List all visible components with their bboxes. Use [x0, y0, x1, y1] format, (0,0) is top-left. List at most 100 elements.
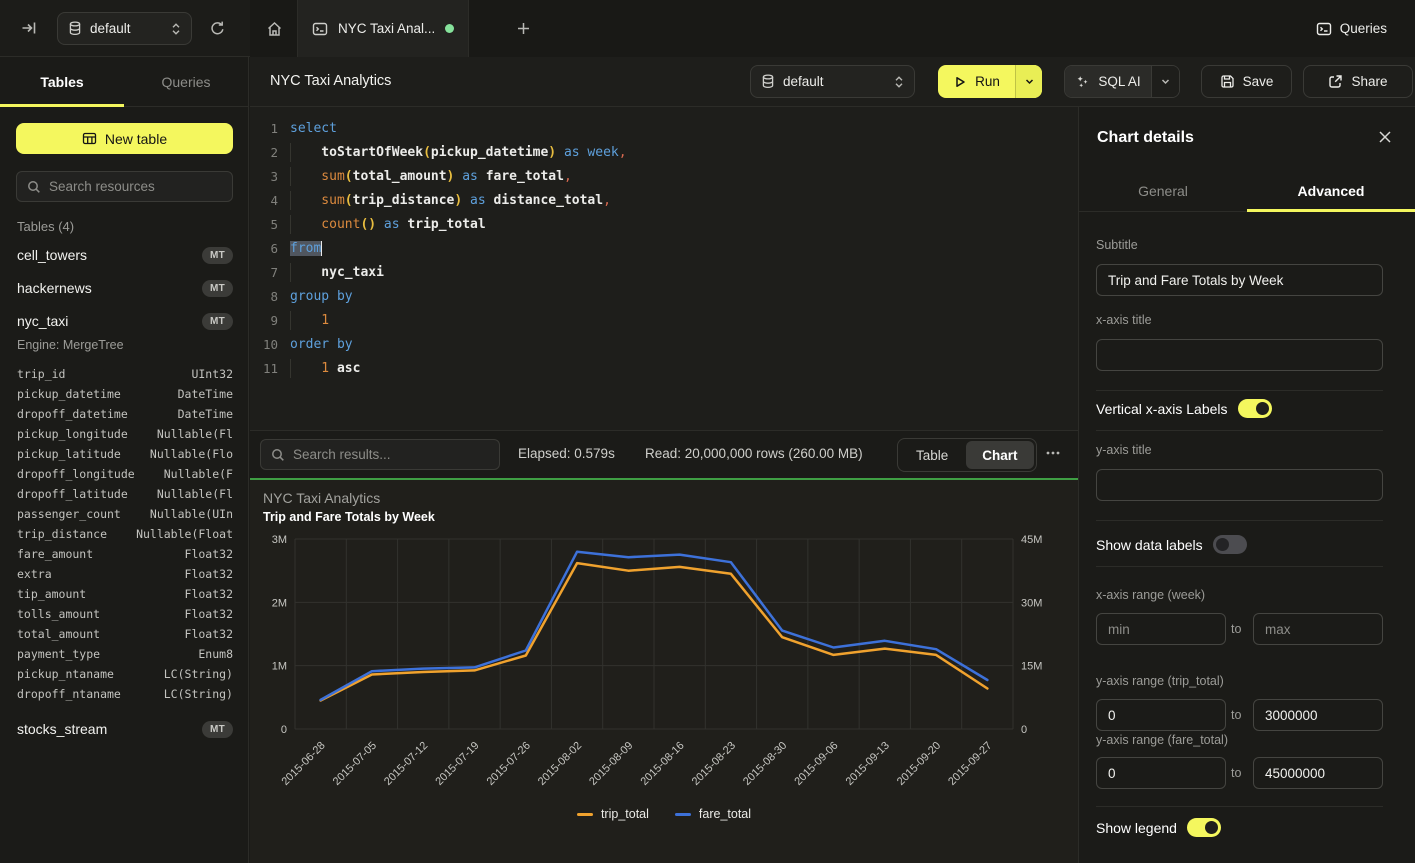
svg-text:30M: 30M — [1021, 597, 1042, 609]
column-type: Nullable(Float — [136, 527, 233, 541]
sidebar-tab-tables[interactable]: Tables — [0, 57, 124, 106]
save-button[interactable]: Save — [1201, 65, 1292, 98]
subtitle-input[interactable] — [1096, 264, 1383, 296]
tab-strip: NYC Taxi Anal... — [250, 0, 1415, 57]
read-stat: Read: 20,000,000 rows (260.00 MB) — [645, 446, 863, 461]
editor-line[interactable]: 10 order by — [250, 332, 1078, 356]
new-table-button[interactable]: New table — [16, 123, 233, 154]
xaxis-title-input[interactable] — [1096, 339, 1383, 371]
line-code: order by — [290, 337, 353, 352]
sidebar-tabs: Tables Queries — [0, 57, 248, 107]
save-icon — [1220, 74, 1235, 89]
line-number: 10 — [250, 337, 278, 352]
view-chart-button[interactable]: Chart — [966, 441, 1033, 469]
editor-line[interactable]: 2 toStartOfWeek(pickup_datetime) as week… — [250, 140, 1078, 164]
xaxis-range-min-input[interactable] — [1096, 613, 1226, 645]
collapse-sidebar-icon[interactable] — [18, 17, 40, 39]
svg-text:2015-09-27: 2015-09-27 — [946, 740, 994, 788]
line-code: 1 — [290, 313, 329, 328]
editor-line[interactable]: 7 nyc_taxi — [250, 260, 1078, 284]
refresh-icon[interactable] — [206, 17, 228, 39]
yaxis-range-fare-max-input[interactable] — [1253, 757, 1383, 789]
sql-ai-button[interactable]: SQL AI — [1064, 65, 1180, 98]
xaxis-range-max-input[interactable] — [1253, 613, 1383, 645]
yaxis-range-trip-max-input[interactable] — [1253, 699, 1383, 731]
play-icon — [953, 75, 967, 89]
xaxis-range-label: x-axis range (week) — [1096, 588, 1205, 602]
show-data-labels-toggle[interactable] — [1213, 535, 1247, 554]
tab-nyc-taxi-analytics[interactable]: NYC Taxi Anal... — [297, 0, 469, 57]
editor-line[interactable]: 6from — [250, 236, 1078, 260]
share-icon — [1328, 74, 1343, 89]
line-number: 9 — [250, 313, 278, 328]
tab-advanced[interactable]: Advanced — [1247, 170, 1415, 211]
column-name: trip_distance — [17, 527, 107, 541]
editor-line[interactable]: 3 sum(total_amount) as fare_total, — [250, 164, 1078, 188]
share-button[interactable]: Share — [1303, 65, 1413, 98]
terminal-icon — [1316, 21, 1332, 37]
column-type: Float32 — [185, 627, 233, 641]
legend-item-fare_total[interactable]: fare_total — [675, 807, 751, 821]
subtitle-label: Subtitle — [1096, 238, 1138, 252]
database-selector[interactable]: default — [750, 65, 915, 98]
sql-editor[interactable]: 1select2 toStartOfWeek(pickup_datetime) … — [250, 107, 1078, 430]
results-search-input[interactable] — [293, 447, 489, 462]
editor-line[interactable]: 8group by — [250, 284, 1078, 308]
line-code: group by — [290, 289, 353, 304]
share-label: Share — [1351, 74, 1387, 89]
results-toolbar: Elapsed: 0.579s Read: 20,000,000 rows (2… — [250, 430, 1078, 478]
line-code: toStartOfWeek(pickup_datetime) as week, — [290, 145, 627, 160]
column-row: dropoff_longitudeNullable(F — [17, 464, 233, 484]
sidebar-tab-queries[interactable]: Queries — [124, 57, 248, 106]
svg-text:2M: 2M — [272, 597, 287, 609]
queries-button[interactable]: Queries — [1316, 0, 1387, 57]
column-type: Float32 — [185, 587, 233, 601]
tab-general[interactable]: General — [1079, 170, 1247, 211]
yaxis-range-fare-min-input[interactable] — [1096, 757, 1226, 789]
yaxis-title-input[interactable] — [1096, 469, 1383, 501]
editor-line[interactable]: 4 sum(trip_distance) as distance_total, — [250, 188, 1078, 212]
column-row: passenger_countNullable(UIn — [17, 504, 233, 524]
svg-text:2015-07-19: 2015-07-19 — [433, 740, 481, 788]
new-tab-icon[interactable] — [512, 17, 534, 39]
legend-item-trip_total[interactable]: trip_total — [577, 807, 649, 821]
table-item-hackernews[interactable]: hackernews MT — [0, 273, 249, 303]
table-item-stocks-stream[interactable]: stocks_stream MT — [0, 714, 249, 744]
line-number: 7 — [250, 265, 278, 280]
svg-text:2015-06-28: 2015-06-28 — [279, 740, 327, 788]
to-label: to — [1231, 622, 1241, 636]
yaxis-range-trip-min-input[interactable] — [1096, 699, 1226, 731]
close-icon[interactable] — [1377, 129, 1393, 145]
column-row: dropoff_latitudeNullable(Fl — [17, 484, 233, 504]
column-name: pickup_ntaname — [17, 667, 114, 681]
results-search — [260, 439, 500, 470]
home-icon[interactable] — [262, 17, 286, 41]
sparkles-icon — [1075, 74, 1090, 89]
column-name: dropoff_longitude — [17, 467, 135, 481]
editor-line[interactable]: 9 1 — [250, 308, 1078, 332]
svg-text:2015-08-16: 2015-08-16 — [638, 740, 686, 788]
table-item-cell-towers[interactable]: cell_towers MT — [0, 240, 249, 270]
view-table-button[interactable]: Table — [900, 441, 964, 469]
show-legend-toggle[interactable] — [1187, 818, 1221, 837]
service-selector[interactable]: default — [57, 12, 192, 45]
editor-line[interactable]: 5 count() as trip_total — [250, 212, 1078, 236]
editor-line[interactable]: 11 1 asc — [250, 356, 1078, 380]
column-name: total_amount — [17, 627, 100, 641]
terminal-icon — [312, 21, 328, 37]
line-code: nyc_taxi — [290, 265, 384, 280]
run-button[interactable]: Run — [938, 65, 1042, 98]
vertical-xaxis-labels-toggle[interactable] — [1238, 399, 1272, 418]
tables-section-label: Tables (4) — [17, 219, 74, 234]
column-row: extraFloat32 — [17, 564, 233, 584]
sql-ai-caret[interactable] — [1151, 66, 1179, 97]
column-row: pickup_datetimeDateTime — [17, 384, 233, 404]
column-name: dropoff_ntaname — [17, 687, 121, 701]
editor-line[interactable]: 1select — [250, 116, 1078, 140]
more-options-icon[interactable] — [1045, 445, 1061, 461]
show-legend-row: Show legend — [1096, 818, 1221, 837]
run-options-caret[interactable] — [1015, 65, 1042, 98]
sidebar-search-input[interactable] — [49, 179, 222, 194]
view-switcher: Table Chart — [897, 438, 1037, 472]
table-item-nyc-taxi[interactable]: nyc_taxi MT — [0, 306, 249, 336]
